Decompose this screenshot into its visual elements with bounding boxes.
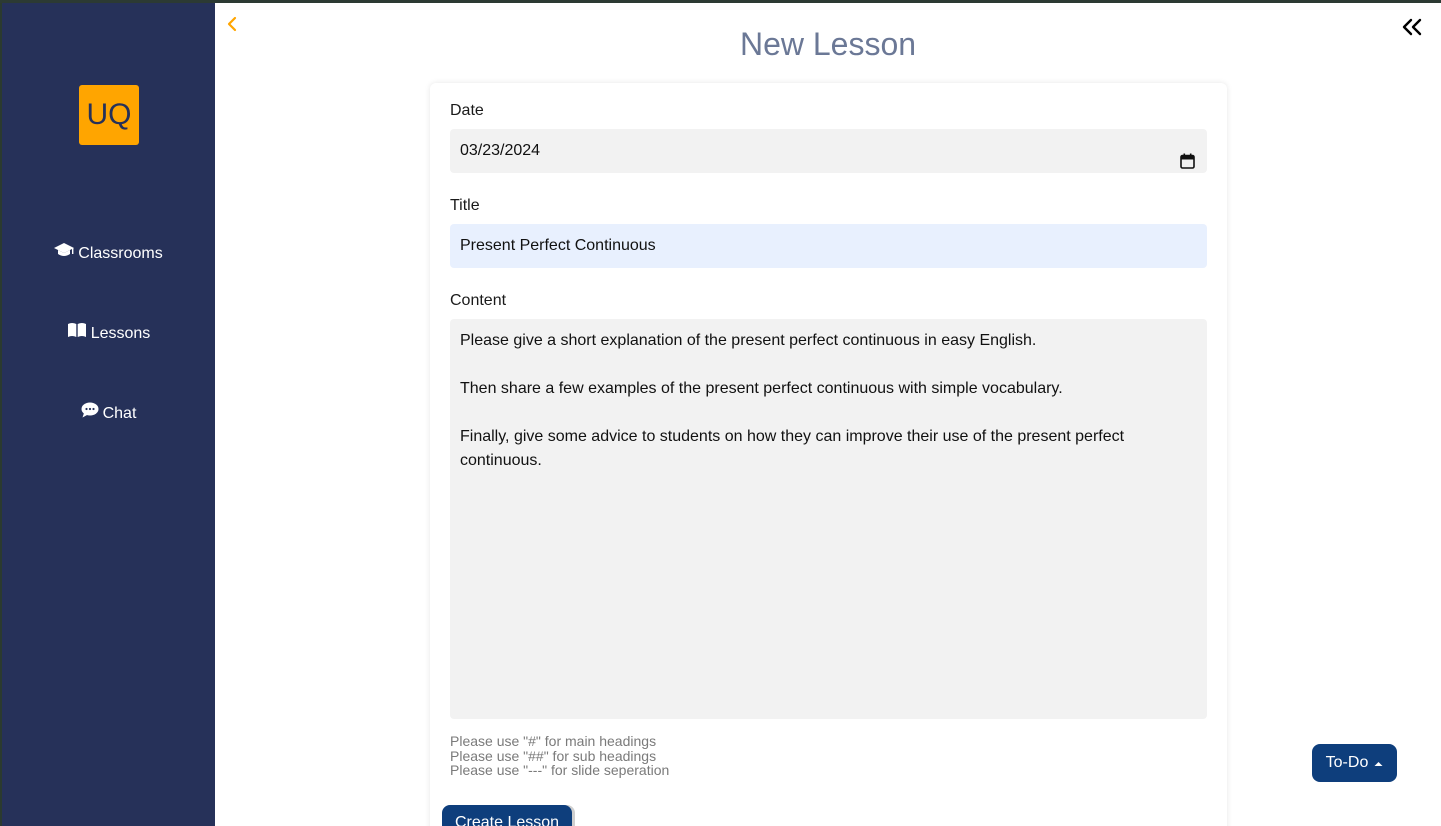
- sidebar-item-lessons[interactable]: Lessons: [2, 322, 215, 346]
- sidebar-item-label: Lessons: [90, 325, 151, 342]
- title-label: Title: [450, 197, 480, 214]
- sidebar-item-label: Chat: [102, 405, 137, 422]
- todo-dropdown-button[interactable]: To-Do: [1312, 744, 1397, 782]
- date-value: 03/23/2024: [460, 142, 541, 159]
- formatting-hints: Please use "#" for main headings Please …: [450, 734, 669, 778]
- create-lesson-button[interactable]: Create Lesson: [442, 805, 572, 826]
- app-logo[interactable]: UQ: [79, 85, 139, 145]
- hint-main-headings: Please use "#" for main headings: [450, 733, 657, 749]
- hint-slide-separation: Please use "---" for slide seperation: [450, 762, 670, 778]
- sidebar-item-label: Classrooms: [78, 245, 163, 262]
- calendar-icon[interactable]: [1180, 143, 1195, 169]
- caret-up-icon: [1374, 744, 1383, 782]
- sidebar-item-chat[interactable]: Chat: [2, 402, 215, 426]
- todo-label: To-Do: [1325, 754, 1369, 772]
- sidebar-item-classrooms[interactable]: Classrooms: [2, 242, 215, 266]
- title-input[interactable]: Present Perfect Continuous: [450, 224, 1207, 268]
- date-input[interactable]: 03/23/2024: [450, 129, 1207, 173]
- content-label: Content: [450, 292, 507, 309]
- date-label: Date: [450, 102, 484, 119]
- lesson-form-card: Date 03/23/2024 Title Present Perfect Co…: [430, 83, 1227, 826]
- book-icon: [67, 322, 87, 346]
- graduation-cap-icon: [54, 242, 75, 266]
- sidebar: UQ Classrooms Lessons Chat: [2, 3, 215, 826]
- content-textarea[interactable]: Please give a short explanation of the p…: [450, 319, 1207, 719]
- page-title: New Lesson: [739, 26, 917, 62]
- hint-sub-headings: Please use "##" for sub headings: [450, 747, 657, 764]
- main-content: New Lesson Date 03/23/2024 Title Present…: [215, 3, 1441, 826]
- chat-bubble-icon: [81, 402, 99, 426]
